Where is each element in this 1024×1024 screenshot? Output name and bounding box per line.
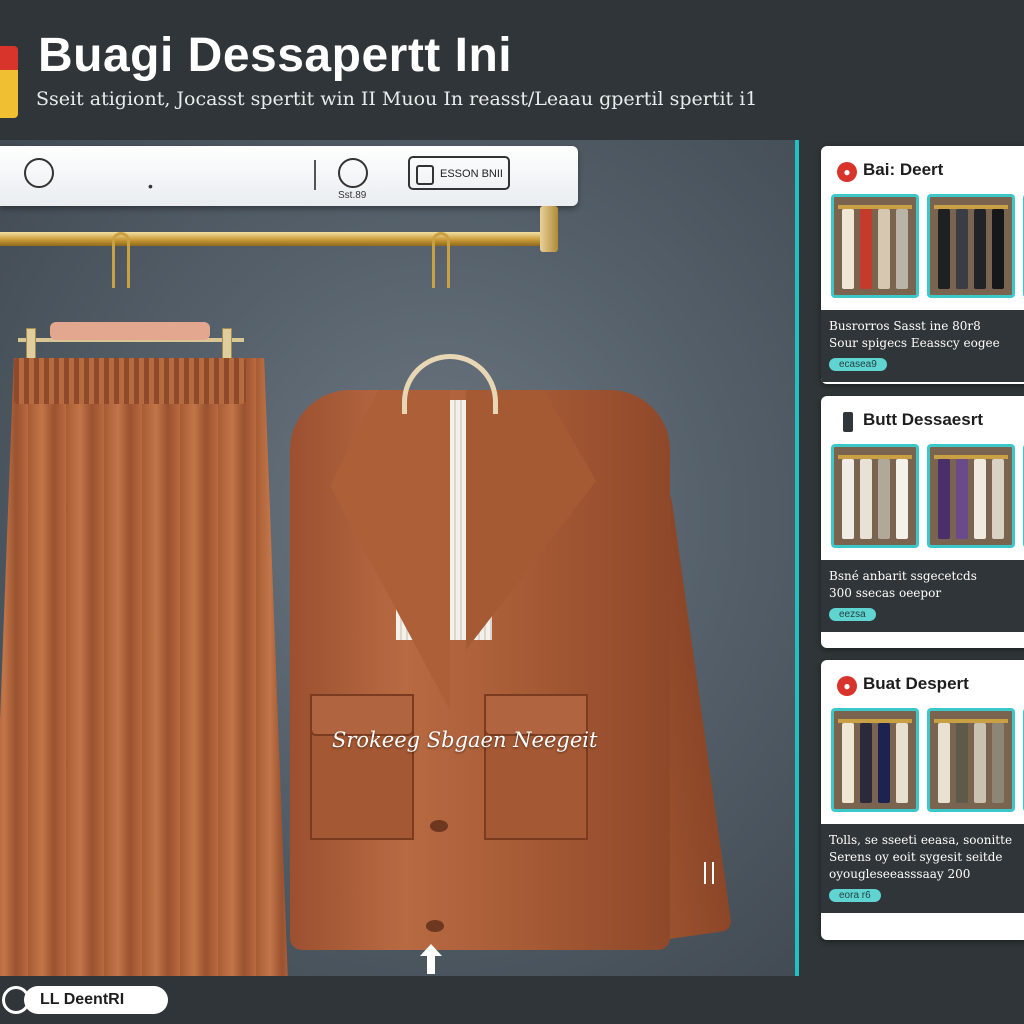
product-thumbnail[interactable] [927,194,1015,298]
rail-bracket [540,206,558,252]
card-line: Sour spigecs Eeasscy eogee [829,336,1000,350]
thumbnail-garment [956,459,968,539]
product-photo: • Sst.89 ESSON BNII Srokeeg Sbgaen Neege… [0,140,795,976]
jacket-button [430,820,448,832]
product-thumbnail[interactable] [831,444,919,548]
card-line: 300 ssecas oeepor [829,586,942,600]
thumbnail-row [821,194,1024,302]
side-panel: ● Bai: Deert Busrorros Sasst ine 80r8 So… [795,140,1024,976]
card-title: Butt Dessaesrt [863,410,983,429]
toolbar-center-label: Sst.89 [338,190,367,201]
thumbnail-row [821,444,1024,552]
thumbnail-garment [860,459,872,539]
garment-caption: Srokeeg Sbgaen Neegeit [332,728,598,752]
skirt-waistband [14,358,246,404]
brand-logo [0,46,18,118]
thumbnail-garment [842,723,854,803]
skirt-garment [0,358,288,976]
card-title: Bai: Deert [863,160,944,179]
thumbnail-garment [896,459,908,539]
product-thumbnail[interactable] [831,194,919,298]
thumbnail-garment [992,459,1004,539]
card-line: Busrorros Sasst ine 80r8 [829,319,981,333]
card-title: Buat Despert [863,674,969,693]
card-badge[interactable]: eora r6 [829,889,881,902]
card-description: Tolls, se sseeti eeasa, soonitte Serens … [821,824,1024,913]
thumbnail-garment [896,209,908,289]
search-icon[interactable] [338,158,368,188]
bookmark-icon [843,412,853,432]
arrow-up-icon[interactable] [420,944,442,974]
product-thumbnail[interactable] [927,444,1015,548]
product-card[interactable]: Butt Dessaesrt Bsné anbarit ssgecetcds 3… [821,396,1024,648]
card-line: oyougleseeasssaay 200 [829,867,971,881]
product-card[interactable]: ● Bai: Deert Busrorros Sasst ine 80r8 So… [821,146,1024,384]
footer: LL DeentRI [0,976,1024,1024]
camera-icon[interactable] [24,158,54,188]
thumbnail-garment [878,209,890,289]
page-subtitle: Sseit atigiont, Jocasst spertit win II M… [36,88,758,110]
card-line: Serens oy eoit sygesit seitde [829,850,1003,864]
thumbnail-garment [860,209,872,289]
thumbnail-garment [974,459,986,539]
page-title: Buagi Dessapertt Ini [38,29,513,82]
thumbnail-garment [896,723,908,803]
thumbnail-garment [878,723,890,803]
tag-icon: ● [837,162,857,182]
thumbnail-garment [974,723,986,803]
product-thumbnail[interactable] [927,708,1015,812]
toolbar-field[interactable]: ESSON BNII [408,156,510,190]
card-line: Bsné anbarit ssgecetcds [829,569,977,583]
thumbnail-garment [842,209,854,289]
product-thumbnail[interactable] [831,708,919,812]
toolbar-divider [314,160,316,190]
footer-chip[interactable]: LL DeentRI [24,986,168,1014]
thumbnail-garment [878,459,890,539]
tag-icon: ● [837,676,857,696]
dot-icon: • [148,178,153,194]
thumbnail-garment [956,209,968,289]
thumbnail-garment [974,209,986,289]
thumbnail-garment [938,459,950,539]
thumbnail-garment [956,723,968,803]
thumbnail-garment [842,459,854,539]
product-card[interactable]: ● Buat Despert Tolls, se sseeti eeasa, s… [821,660,1024,940]
jacket-garment [270,360,733,950]
thumbnail-garment [992,209,1004,289]
resize-handle[interactable] [704,862,714,884]
thumbnail-row [821,708,1024,816]
card-description: Busrorros Sasst ine 80r8 Sour spigecs Ee… [821,310,1024,382]
thumbnail-garment [938,209,950,289]
hanger-hook [112,232,130,288]
page-header: Buagi Dessapertt Ini Sseit atigiont, Joc… [0,0,1024,140]
toolbar: • Sst.89 ESSON BNII [0,146,578,206]
card-line: Tolls, se sseeti eeasa, soonitte [829,833,1013,847]
clothing-rail [0,232,558,246]
card-description: Bsné anbarit ssgecetcds 300 ssecas oeepo… [821,560,1024,632]
card-badge[interactable]: ecasea9 [829,358,887,371]
card-badge[interactable]: eezsa [829,608,876,621]
skirt-hanger [50,322,210,340]
jacket-button [426,920,444,932]
thumbnail-garment [938,723,950,803]
hanger-hook [432,232,450,288]
thumbnail-garment [992,723,1004,803]
thumbnail-garment [860,723,872,803]
